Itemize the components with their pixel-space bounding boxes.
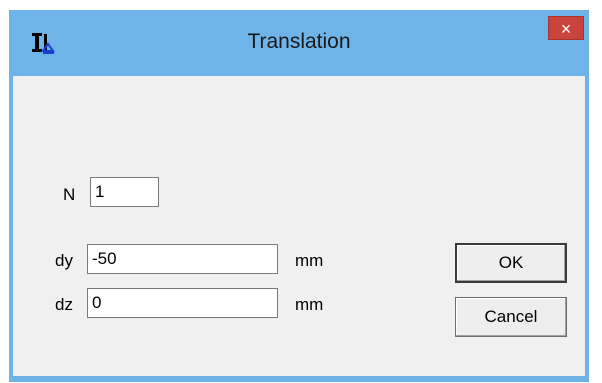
app-icon (30, 31, 56, 57)
dialog-body: N dy mm dz mm OK Cancel (13, 76, 585, 376)
title-bar[interactable]: Translation × (9, 10, 589, 76)
dz-unit: mm (295, 295, 324, 314)
cancel-button-label: Cancel (484, 307, 538, 326)
dy-field[interactable] (87, 244, 278, 274)
close-icon: × (560, 19, 572, 39)
window-title: Translation (247, 30, 351, 53)
close-button[interactable]: × (548, 16, 584, 40)
n-field[interactable] (90, 177, 159, 207)
dy-label: dy (55, 251, 73, 270)
ok-button-label: OK (498, 253, 524, 272)
ok-button[interactable]: OK (455, 243, 567, 283)
cancel-button[interactable]: Cancel (455, 297, 567, 337)
dz-label: dz (55, 295, 73, 314)
translation-dialog: Translation × N dy mm dz mm OK Cancel (9, 10, 589, 382)
n-label: N (63, 185, 76, 204)
dz-field[interactable] (87, 288, 278, 318)
dy-unit: mm (295, 251, 324, 270)
